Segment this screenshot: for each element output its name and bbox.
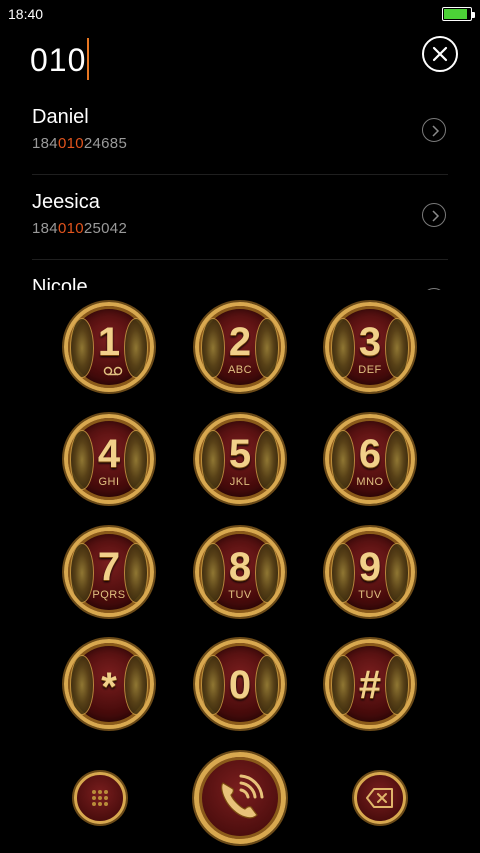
key-digit: 0 (228, 663, 252, 707)
dialed-number-text: 010 (30, 42, 87, 78)
key-9[interactable]: 9 TUV (325, 527, 415, 617)
number-suffix: 25042 (83, 220, 128, 237)
status-bar: 18:40 (0, 0, 480, 28)
key-digit: 2 (228, 320, 252, 364)
number-match: 010 (57, 135, 84, 152)
dial-input-row: 010 (0, 28, 480, 88)
key-letters: TUV (358, 589, 382, 601)
contact-results-list: Daniel 18401024685 Jeesica 18401025042 N… (0, 90, 480, 290)
text-caret (87, 38, 90, 80)
contact-row[interactable]: Nicole (32, 260, 448, 290)
key-letters: MNO (356, 476, 384, 488)
number-suffix: 24685 (83, 135, 128, 152)
key-star[interactable]: * (64, 639, 154, 729)
key-letters: DEF (358, 364, 382, 376)
dial-keypad: 1 2 ABC 3 DEF 4 GHI 5 JKL 6 MNO 7 PQRS 8… (0, 292, 480, 853)
backspace-button[interactable] (354, 772, 406, 824)
key-4[interactable]: 4 GHI (64, 414, 154, 504)
contact-name: Jeesica (32, 191, 100, 213)
contact-details-button[interactable] (422, 203, 446, 227)
key-digit: 7 (97, 545, 121, 589)
battery-fill (444, 9, 468, 19)
key-digit: 9 (358, 545, 382, 589)
key-letters: ABC (227, 364, 253, 376)
voicemail-icon (103, 366, 123, 376)
dialed-number-field[interactable]: 010 (30, 38, 90, 80)
key-0[interactable]: 0 (195, 639, 285, 729)
key-digit: * (101, 665, 117, 709)
key-digit: 8 (228, 545, 252, 589)
key-2[interactable]: 2 ABC (195, 302, 285, 392)
key-1[interactable]: 1 (64, 302, 154, 392)
key-6[interactable]: 6 MNO (325, 414, 415, 504)
contact-number: 18401025042 (32, 220, 127, 237)
key-hash[interactable]: # (325, 639, 415, 729)
number-match: 010 (57, 220, 84, 237)
contact-details-button[interactable] (422, 288, 446, 290)
close-icon (432, 46, 448, 62)
key-digit: 3 (358, 320, 382, 364)
phone-call-icon (221, 774, 264, 819)
show-dialpad-button[interactable] (74, 772, 126, 824)
battery-icon (442, 7, 475, 21)
clear-button[interactable] (422, 36, 458, 72)
key-digit: 1 (97, 320, 121, 364)
chevron-right-icon (432, 210, 440, 222)
number-prefix: 184 (32, 135, 58, 152)
key-5[interactable]: 5 JKL (195, 414, 285, 504)
contact-name: Nicole (32, 276, 88, 290)
number-prefix: 184 (32, 220, 58, 237)
status-time: 18:40 (8, 6, 44, 22)
contact-name: Daniel (32, 106, 89, 128)
key-digit: 6 (358, 432, 382, 476)
key-letters: GHI (98, 476, 120, 488)
call-button[interactable] (194, 752, 286, 844)
key-digit: 5 (228, 432, 252, 476)
contact-row[interactable]: Daniel 18401024685 (32, 90, 448, 175)
key-letters: JKL (229, 476, 251, 488)
backspace-icon (366, 788, 393, 808)
key-3[interactable]: 3 DEF (325, 302, 415, 392)
key-7[interactable]: 7 PQRS (64, 527, 154, 617)
key-digit: # (358, 663, 382, 707)
key-8[interactable]: 8 TUV (195, 527, 285, 617)
key-digit: 4 (97, 432, 121, 476)
contact-number: 18401024685 (32, 135, 127, 152)
chevron-right-icon (432, 125, 440, 137)
contact-details-button[interactable] (422, 118, 446, 142)
key-letters: TUV (228, 589, 252, 601)
dialpad-grid-icon (92, 790, 108, 806)
key-letters: PQRS (92, 589, 126, 601)
contact-row[interactable]: Jeesica 18401025042 (32, 175, 448, 260)
